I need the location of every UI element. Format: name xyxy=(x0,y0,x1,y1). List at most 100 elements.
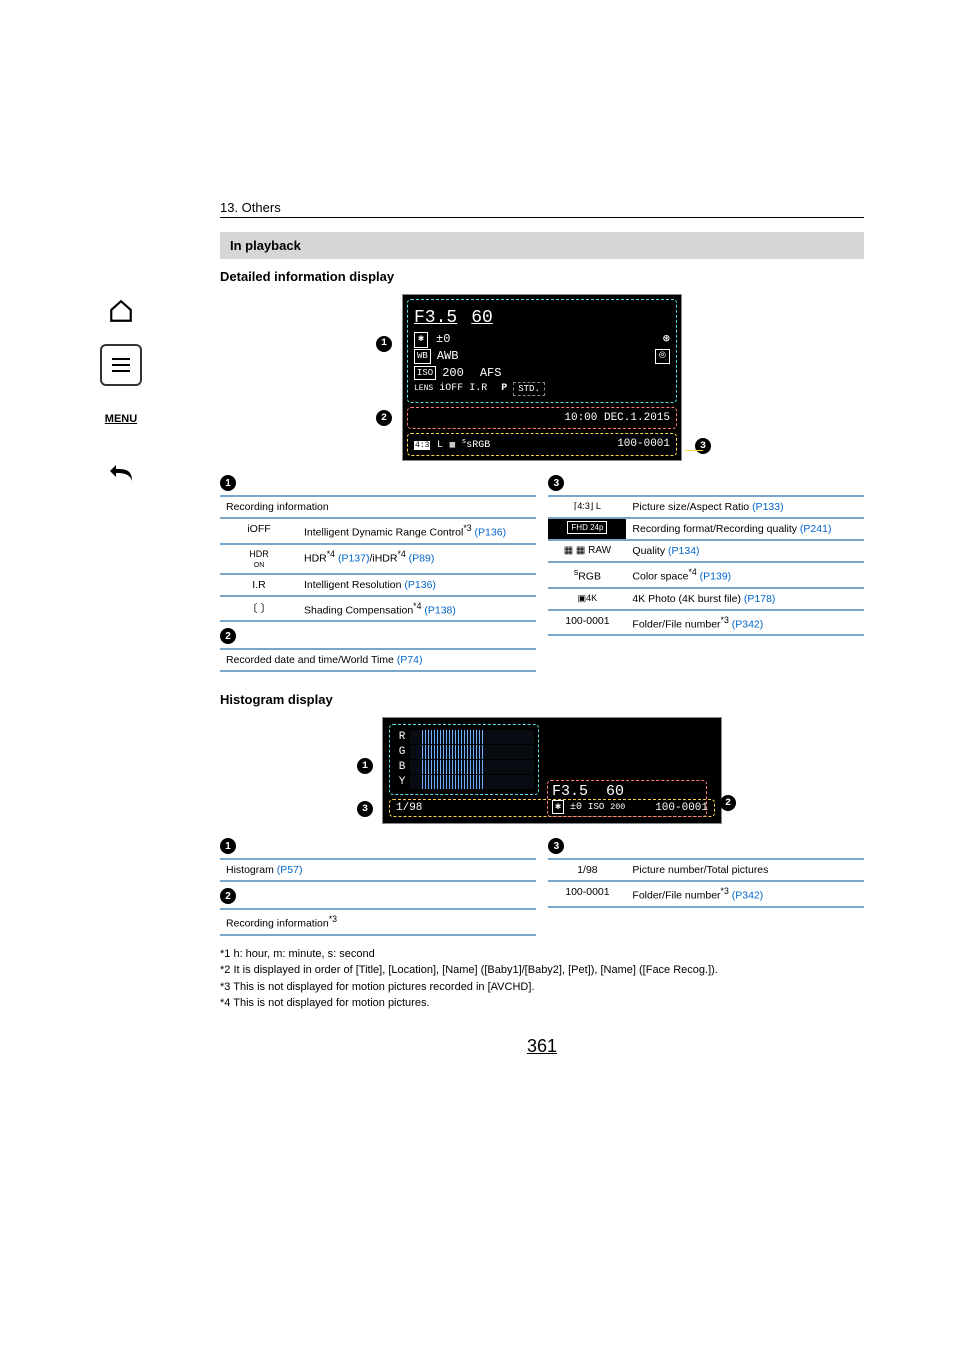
fig1-iso: 200 xyxy=(442,365,464,382)
cell-quality: Quality (P134) xyxy=(626,540,864,562)
cell-shading-icon: 〔 〕 xyxy=(220,596,298,622)
fig1-shutter: 60 xyxy=(471,306,493,331)
cell-filenum-icon: 100-0001 xyxy=(548,610,626,636)
chapter-heading: 13. Others xyxy=(220,200,864,218)
fig1-filenum: 100-0001 xyxy=(617,438,670,451)
cell-colorspace: Color space*4 (P139) xyxy=(626,562,864,588)
footnote-1: *1 h: hour, m: minute, s: second xyxy=(220,946,864,963)
iso-icon: ISO xyxy=(414,366,436,381)
cell-filenum: Folder/File number*3 (P342) xyxy=(626,610,864,636)
hist-head: Histogram (P57) xyxy=(220,859,536,881)
home-icon[interactable] xyxy=(100,290,142,332)
cell-recfmt-icon: FHD 24p xyxy=(548,518,626,540)
link-p241[interactable]: (P241) xyxy=(800,523,832,535)
cell-hcounter-icon: 1/98 xyxy=(548,859,626,881)
bullet-2: 2 xyxy=(220,628,236,644)
table-section3: ⌈4:3⌋ L Picture size/Aspect Ratio (P133)… xyxy=(548,495,864,636)
cell-ires: Intelligent Resolution (P136) xyxy=(298,574,536,596)
cell-ioff-icon: iOFF xyxy=(220,518,298,544)
cell-quality-icon: ▦ ▦ RAW xyxy=(548,540,626,562)
link-p136b[interactable]: (P136) xyxy=(404,579,436,591)
table-section2: Recorded date and time/World Time (P74) xyxy=(220,648,536,672)
cell-4k-icon: ▣4K xyxy=(548,588,626,610)
cell-hdr-icon: HDRON xyxy=(220,544,298,574)
sidebar: MENU xyxy=(100,290,150,506)
histogram-tables: 1 Histogram (P57) 2 Recording informatio… xyxy=(220,838,864,936)
table-section1: Recording information iOFF Intelligent D… xyxy=(220,495,536,622)
cell-4k: 4K Photo (4K burst file) (P178) xyxy=(626,588,864,610)
fig1-aperture: F3.5 xyxy=(414,306,457,331)
hist-y: Y xyxy=(394,776,410,788)
footnote-4: *4 This is not displayed for motion pict… xyxy=(220,995,864,1012)
hist-g: G xyxy=(394,746,410,758)
bullet-h2: 2 xyxy=(220,888,236,904)
cell-hfilenum-icon: 100-0001 xyxy=(548,881,626,907)
link-p133[interactable]: (P133) xyxy=(752,501,784,513)
link-p134[interactable]: (P134) xyxy=(668,545,700,557)
link-p139[interactable]: (P139) xyxy=(700,571,732,583)
cell-hcounter: Picture number/Total pictures xyxy=(626,859,864,881)
rec-date-head: Recorded date and time/World Time (P74) xyxy=(220,649,536,671)
table-hsection3: 1/98 Picture number/Total pictures 100-0… xyxy=(548,858,864,908)
footnotes: *1 h: hour, m: minute, s: second *2 It i… xyxy=(220,946,864,1012)
callout-3: 3 xyxy=(695,438,711,454)
cell-shading: Shading Compensation*4 (P138) xyxy=(298,596,536,622)
link-p57[interactable]: (P57) xyxy=(277,864,303,876)
link-p342[interactable]: (P342) xyxy=(732,618,764,630)
hist-b: B xyxy=(394,761,410,773)
footnote-2: *2 It is displayed in order of [Title], … xyxy=(220,962,864,979)
cell-hdr: HDR*4 (P137)/iHDR*4 (P89) xyxy=(298,544,536,574)
table-hsection2: Recording information*3 xyxy=(220,908,536,936)
rec-info-head: Recording information xyxy=(220,496,536,518)
fig2-recinfo: F3.5 60 ✱ ±0 ISO200 2 xyxy=(547,780,707,817)
callout-h3: 3 xyxy=(357,801,373,817)
link-p74[interactable]: (P74) xyxy=(397,654,423,666)
recinfo-head: Recording information*3 xyxy=(220,909,536,935)
cell-hfilenum: Folder/File number*3 (P342) xyxy=(626,881,864,907)
bullet-3: 3 xyxy=(548,475,564,491)
callout-h1: 1 xyxy=(357,758,373,774)
detailed-tables: 1 Recording information iOFF Intelligent… xyxy=(220,475,864,672)
hist-r: R xyxy=(394,731,410,743)
bullet-1: 1 xyxy=(220,475,236,491)
fig1-ir: I.R xyxy=(469,382,487,396)
link-p137[interactable]: (P137) xyxy=(338,552,370,564)
toc-icon[interactable] xyxy=(100,344,142,386)
callout-2: 2 xyxy=(376,410,392,426)
cell-recfmt: Recording format/Recording quality (P241… xyxy=(626,518,864,540)
page-number: 361 xyxy=(220,1036,864,1057)
back-icon[interactable] xyxy=(100,452,142,494)
callout-h2: 2 xyxy=(720,795,736,811)
link-p136[interactable]: (P136) xyxy=(475,527,507,539)
footnote-3: *3 This is not displayed for motion pict… xyxy=(220,979,864,996)
cell-ratio-icon: ⌈4:3⌋ L xyxy=(548,496,626,518)
menu-icon[interactable]: MENU xyxy=(100,398,142,440)
bullet-h3: 3 xyxy=(548,838,564,854)
lens-icon: LENS xyxy=(414,383,433,394)
histogram-display-figure: 1 3 R G B Y F3.5 60 ✱ ±0 ISO200 xyxy=(332,717,752,824)
fig1-srgb: sRGB xyxy=(466,440,490,451)
fig2-counter: 1/98 xyxy=(396,802,422,814)
cell-ir-icon: I.R xyxy=(220,574,298,596)
bullet-h1: 1 xyxy=(220,838,236,854)
fig1-std: STD. xyxy=(513,382,545,397)
link-p89[interactable]: (P89) xyxy=(409,552,435,564)
detailed-display-figure: 1 F3.5 60 ✱ ±0 ⊛ WB AWB ⦾ xyxy=(332,294,752,461)
callout-1: 1 xyxy=(376,336,392,352)
fig1-wb: AWB xyxy=(437,348,459,365)
cell-ratio: Picture size/Aspect Ratio (P133) xyxy=(626,496,864,518)
fig1-ev: ±0 xyxy=(436,331,450,348)
subheading-detailed: Detailed information display xyxy=(220,269,864,284)
cell-srgb-icon: sRGB xyxy=(548,562,626,588)
fig1-datetime: 10:00 DEC.1.2015 xyxy=(564,412,670,424)
table-hsection1: Histogram (P57) xyxy=(220,858,536,882)
fig1-p: P xyxy=(501,382,507,396)
wb-icon: WB xyxy=(414,349,431,364)
link-p178[interactable]: (P178) xyxy=(744,593,776,605)
link-p138[interactable]: (P138) xyxy=(424,604,456,616)
subheading-histogram: Histogram display xyxy=(220,692,864,707)
fig1-afs: AFS xyxy=(480,365,502,382)
histogram-box: R G B Y xyxy=(389,724,539,795)
section-title: In playback xyxy=(220,232,864,259)
link-p342b[interactable]: (P342) xyxy=(732,890,764,902)
